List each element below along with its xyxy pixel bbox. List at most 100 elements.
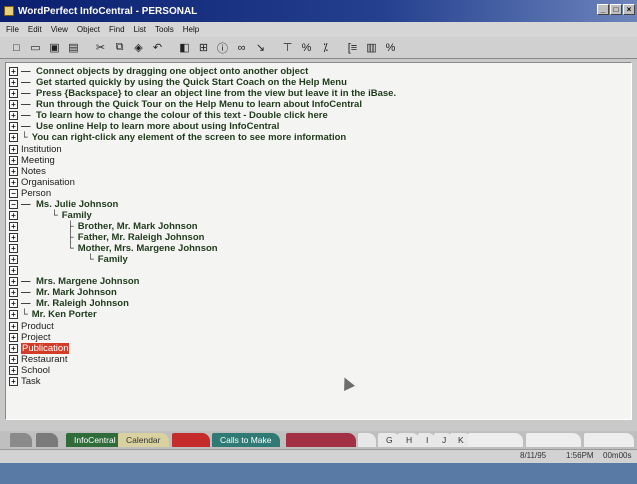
expand-icon[interactable]: + bbox=[9, 100, 18, 109]
minimize-button[interactable]: _ bbox=[597, 4, 609, 15]
expand-icon[interactable]: + bbox=[9, 322, 18, 331]
expand-icon[interactable]: + bbox=[9, 255, 18, 264]
pointer-icon[interactable]: ↘ bbox=[252, 39, 269, 56]
expand-icon[interactable]: + bbox=[9, 145, 18, 154]
undo-icon[interactable]: ↶ bbox=[149, 39, 166, 56]
expand-icon[interactable]: + bbox=[9, 266, 18, 275]
category-restaurant[interactable]: + Restaurant bbox=[9, 354, 67, 365]
print-icon[interactable]: ▤ bbox=[65, 39, 82, 56]
person-raleigh[interactable]: + — Mr. Raleigh Johnson bbox=[9, 298, 129, 309]
relative-brother[interactable]: + ├ Brother, Mr. Mark Johnson bbox=[9, 221, 198, 232]
category-publication[interactable]: + Publication bbox=[9, 343, 70, 354]
tab-blank-4[interactable] bbox=[584, 433, 634, 447]
category-school[interactable]: + School bbox=[9, 365, 50, 376]
category-person[interactable]: − Person bbox=[9, 188, 51, 199]
menu-file[interactable]: File bbox=[6, 25, 19, 34]
expand-icon[interactable]: + bbox=[9, 333, 18, 342]
menu-edit[interactable]: Edit bbox=[28, 25, 42, 34]
expand-icon[interactable]: + bbox=[9, 89, 18, 98]
cut-icon[interactable]: ✂ bbox=[92, 39, 109, 56]
expand-icon[interactable]: + bbox=[9, 156, 18, 165]
menu-object[interactable]: Object bbox=[77, 25, 100, 34]
paste-icon[interactable]: ◈ bbox=[130, 39, 147, 56]
expand-icon[interactable]: + bbox=[9, 244, 18, 253]
format-icon[interactable]: ⁒ bbox=[317, 39, 334, 56]
tab-magenta[interactable] bbox=[286, 433, 356, 447]
person-julie[interactable]: − — Ms. Julie Johnson bbox=[9, 199, 118, 210]
tip-row[interactable]: + — Connect objects by dragging one object… bbox=[9, 66, 308, 77]
percent-icon[interactable]: % bbox=[382, 39, 399, 56]
tip-row[interactable]: + — To learn how to change the colour of t… bbox=[9, 110, 328, 121]
expand-icon[interactable]: + bbox=[9, 167, 18, 176]
expand-icon[interactable]: + bbox=[9, 310, 18, 319]
category-product[interactable]: + Product bbox=[9, 321, 54, 332]
mother-family[interactable]: + └ Family bbox=[9, 254, 128, 265]
relative-father[interactable]: + ├ Father, Mr. Raleigh Johnson bbox=[9, 232, 204, 243]
info-icon[interactable]: ⓘ bbox=[214, 39, 231, 56]
category-notes[interactable]: + Notes bbox=[9, 166, 46, 177]
menu-view[interactable]: View bbox=[51, 25, 68, 34]
category-institution[interactable]: + Institution bbox=[9, 144, 62, 155]
expand-icon[interactable]: + bbox=[9, 355, 18, 364]
tab-blank[interactable] bbox=[358, 433, 376, 447]
person-ken[interactable]: + └ Mr. Ken Porter bbox=[9, 309, 97, 320]
category-organisation[interactable]: + Organisation bbox=[9, 177, 75, 188]
expand-icon[interactable]: + bbox=[9, 377, 18, 386]
expand-icon[interactable]: + bbox=[9, 211, 18, 220]
expand-icon[interactable]: + bbox=[9, 299, 18, 308]
expand-icon[interactable]: + bbox=[9, 233, 18, 242]
tip-row[interactable]: + └ You can right-click any element of the… bbox=[9, 132, 346, 143]
bracket-icon[interactable]: [≡ bbox=[344, 39, 361, 56]
filter-icon[interactable]: ⊤ bbox=[279, 39, 296, 56]
category-project[interactable]: + Project bbox=[9, 332, 51, 343]
tip-row[interactable]: + — Get started quickly by using the Quick… bbox=[9, 77, 347, 88]
new-icon[interactable]: □ bbox=[8, 39, 25, 56]
expand-icon[interactable]: + bbox=[9, 133, 18, 142]
menu-find[interactable]: Find bbox=[109, 25, 125, 34]
maximize-button[interactable]: □ bbox=[610, 4, 622, 15]
tab-scroll-right[interactable] bbox=[36, 433, 58, 447]
expand-icon[interactable]: + bbox=[9, 78, 18, 87]
save-icon[interactable]: ▣ bbox=[46, 39, 63, 56]
collapse-icon[interactable]: − bbox=[9, 200, 18, 209]
relative-mother[interactable]: + └ Mother, Mrs. Margene Johnson bbox=[9, 243, 218, 254]
menu-help[interactable]: Help bbox=[183, 25, 199, 34]
tab-calls[interactable]: Calls to Make bbox=[212, 433, 280, 447]
view-icon[interactable]: ⊞ bbox=[195, 39, 212, 56]
expand-icon[interactable]: + bbox=[9, 288, 18, 297]
expand-icon[interactable]: + bbox=[9, 366, 18, 375]
expand-icon[interactable]: + bbox=[9, 222, 18, 231]
category-meeting[interactable]: + Meeting bbox=[9, 155, 55, 166]
expand-icon[interactable]: + bbox=[9, 67, 18, 76]
expand-icon[interactable]: + bbox=[9, 178, 18, 187]
link-icon[interactable]: ∞ bbox=[233, 39, 250, 56]
open-icon[interactable]: ▭ bbox=[27, 39, 44, 56]
close-button[interactable]: × bbox=[623, 4, 635, 15]
app-icon[interactable] bbox=[4, 6, 14, 16]
tip-row[interactable]: + — Run through the Quick Tour on the Help… bbox=[9, 99, 362, 110]
expand-icon[interactable]: + bbox=[9, 122, 18, 131]
copy-icon[interactable]: ⧉ bbox=[111, 39, 128, 56]
tip-row[interactable]: + — Use online Help to learn more about us… bbox=[9, 121, 279, 132]
person-margene[interactable]: + — Mrs. Margene Johnson bbox=[9, 276, 139, 287]
collapse-icon[interactable]: − bbox=[9, 189, 18, 198]
menu-list[interactable]: List bbox=[134, 25, 146, 34]
category-task[interactable]: + Task bbox=[9, 376, 41, 387]
title-bar[interactable]: WordPerfect InfoCentral - PERSONAL _ □ × bbox=[0, 0, 637, 22]
object-tree[interactable]: + — Connect objects by dragging one object… bbox=[5, 62, 632, 420]
expand-icon[interactable]: + bbox=[9, 344, 18, 353]
expand-icon[interactable]: + bbox=[9, 277, 18, 286]
tab-red[interactable] bbox=[172, 433, 210, 447]
tab-h[interactable]: H bbox=[398, 433, 421, 447]
tab-blank-2[interactable] bbox=[468, 433, 523, 447]
tip-row[interactable]: + — Press {Backspace} to clear an object l… bbox=[9, 88, 396, 99]
tree-line[interactable]: + └ Family bbox=[9, 210, 92, 221]
tab-infocentral[interactable]: InfoCentral bbox=[66, 433, 124, 447]
expand-icon[interactable]: + bbox=[9, 111, 18, 120]
columns-icon[interactable]: ▥ bbox=[363, 39, 380, 56]
tab-blank-3[interactable] bbox=[526, 433, 581, 447]
menu-tools[interactable]: Tools bbox=[155, 25, 174, 34]
tab-calendar[interactable]: Calendar bbox=[118, 433, 169, 447]
sort-icon[interactable]: % bbox=[298, 39, 315, 56]
person-mark[interactable]: + — Mr. Mark Johnson bbox=[9, 287, 117, 298]
